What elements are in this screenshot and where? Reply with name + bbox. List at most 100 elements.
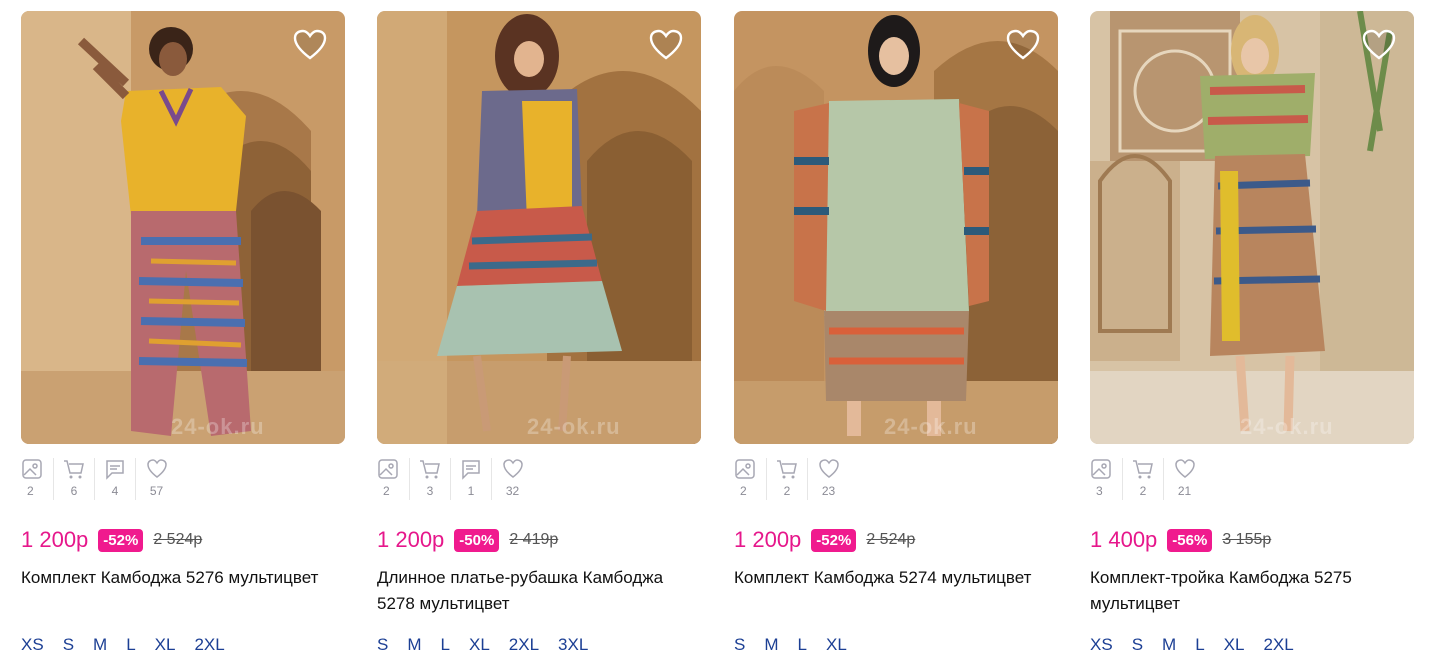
size-option[interactable]: S — [377, 635, 388, 655]
heart-icon — [146, 459, 167, 478]
stat-carts-count: 3 — [426, 484, 434, 498]
discount-badge: -56% — [1167, 528, 1213, 552]
stat-photos-count: 2 — [383, 484, 390, 498]
old-price: 2 524р — [153, 531, 203, 548]
size-option[interactable]: M — [1162, 635, 1176, 655]
stat-carts: 3 — [410, 458, 451, 500]
comment-icon — [462, 460, 480, 480]
stat-likes: 57 — [136, 458, 177, 500]
stat-reviews-count: 1 — [467, 484, 475, 498]
size-option[interactable]: S — [63, 635, 74, 655]
stat-photos: 3 — [1090, 458, 1123, 500]
product-stats: 2 2 23 — [734, 458, 1058, 500]
product-card[interactable]: 24-ok.ru 2 2 23 1 200р -52% 2 524р Компл… — [734, 11, 1058, 655]
size-list: S M L XL — [734, 635, 1058, 655]
product-stats: 2 3 1 32 — [377, 458, 701, 500]
stat-photos: 2 — [734, 458, 767, 500]
stat-carts: 2 — [767, 458, 808, 500]
product-photo[interactable]: 24-ok.ru — [21, 11, 345, 444]
stat-carts-count: 2 — [1139, 484, 1147, 498]
heart-outline-icon[interactable] — [649, 29, 683, 61]
size-option[interactable]: M — [764, 635, 778, 655]
price-row: 1 200р -52% 2 524р — [734, 526, 1058, 554]
size-option[interactable]: L — [126, 635, 135, 655]
discount-badge: -52% — [98, 528, 144, 552]
product-photo[interactable]: 24-ok.ru — [1090, 11, 1414, 444]
discount-badge: -50% — [454, 528, 500, 552]
product-title[interactable]: Комплект-тройка Камбоджа 5275 мультицвет — [1090, 565, 1414, 617]
stat-photos-count: 2 — [740, 484, 747, 498]
stat-carts: 6 — [54, 458, 95, 500]
heart-outline-icon[interactable] — [293, 29, 327, 61]
size-list: XS S M L XL 2XL — [1090, 635, 1414, 655]
product-title[interactable]: Длинное платье-рубашка Камбоджа 5278 мул… — [377, 565, 701, 617]
heart-icon — [1174, 459, 1195, 478]
product-photo[interactable]: 24-ok.ru — [377, 11, 701, 444]
size-option[interactable]: M — [407, 635, 421, 655]
old-price: 2 419р — [509, 531, 559, 548]
stat-likes: 32 — [492, 458, 533, 500]
stat-photos: 2 — [377, 458, 410, 500]
size-list: XS S M L XL 2XL — [21, 635, 345, 655]
old-price: 3 155р — [1222, 531, 1272, 548]
size-option[interactable]: M — [93, 635, 107, 655]
size-option[interactable]: XL — [826, 635, 847, 655]
price-row: 1 200р -52% 2 524р — [21, 526, 345, 554]
size-option[interactable]: XS — [1090, 635, 1113, 655]
old-price: 2 524р — [866, 531, 916, 548]
size-option[interactable]: 3XL — [558, 635, 588, 655]
stat-likes: 21 — [1164, 458, 1205, 500]
size-option[interactable]: XS — [21, 635, 44, 655]
discount-badge: -52% — [811, 528, 857, 552]
product-card[interactable]: 24-ok.ru 2 6 4 57 1 200р -52% 2 524р Ком… — [21, 11, 345, 655]
stat-likes-count: 32 — [505, 484, 520, 498]
size-option[interactable]: L — [798, 635, 807, 655]
stat-photos-count: 2 — [27, 484, 34, 498]
stat-likes: 23 — [808, 458, 849, 500]
stat-reviews: 1 — [451, 458, 492, 500]
image-icon — [1091, 459, 1111, 479]
stat-photos-count: 3 — [1096, 484, 1103, 498]
size-option[interactable]: 2XL — [194, 635, 224, 655]
heart-outline-icon[interactable] — [1362, 29, 1396, 61]
product-title[interactable]: Комплект Камбоджа 5276 мультицвет — [21, 565, 345, 617]
stat-likes-count: 57 — [149, 484, 164, 498]
size-option[interactable]: XL — [1224, 635, 1245, 655]
cart-icon — [64, 460, 84, 479]
current-price: 1 200р — [21, 527, 89, 552]
cart-icon — [1133, 460, 1153, 479]
comment-icon — [106, 460, 124, 480]
size-option[interactable]: L — [441, 635, 450, 655]
size-option[interactable]: 2XL — [1263, 635, 1293, 655]
current-price: 1 400р — [1090, 527, 1158, 552]
stat-likes-count: 21 — [1177, 484, 1192, 498]
stat-reviews: 4 — [95, 458, 136, 500]
size-option[interactable]: S — [734, 635, 745, 655]
size-option[interactable]: XL — [469, 635, 490, 655]
current-price: 1 200р — [377, 527, 445, 552]
current-price: 1 200р — [734, 527, 802, 552]
image-icon — [22, 459, 42, 479]
size-option[interactable]: 2XL — [509, 635, 539, 655]
product-stats: 3 2 21 — [1090, 458, 1414, 500]
image-icon — [735, 459, 755, 479]
heart-icon — [502, 459, 523, 478]
size-option[interactable]: S — [1132, 635, 1143, 655]
heart-outline-icon[interactable] — [1006, 29, 1040, 61]
stat-carts-count: 2 — [783, 484, 791, 498]
product-card[interactable]: 24-ok.ru 3 2 21 1 400р -56% 3 155р Компл… — [1090, 11, 1414, 655]
size-option[interactable]: L — [1195, 635, 1204, 655]
cart-icon — [420, 460, 440, 479]
product-title[interactable]: Комплект Камбоджа 5274 мультицвет — [734, 565, 1058, 617]
size-option[interactable]: XL — [155, 635, 176, 655]
price-row: 1 400р -56% 3 155р — [1090, 526, 1414, 554]
cart-icon — [777, 460, 797, 479]
stat-carts: 2 — [1123, 458, 1164, 500]
stat-carts-count: 6 — [70, 484, 78, 498]
price-row: 1 200р -50% 2 419р — [377, 526, 701, 554]
product-photo[interactable]: 24-ok.ru — [734, 11, 1058, 444]
size-list: S M L XL 2XL 3XL — [377, 635, 701, 655]
stat-photos: 2 — [21, 458, 54, 500]
product-card[interactable]: 24-ok.ru 2 3 1 32 1 200р -50% 2 419р Дли… — [377, 11, 701, 655]
heart-icon — [818, 459, 839, 478]
